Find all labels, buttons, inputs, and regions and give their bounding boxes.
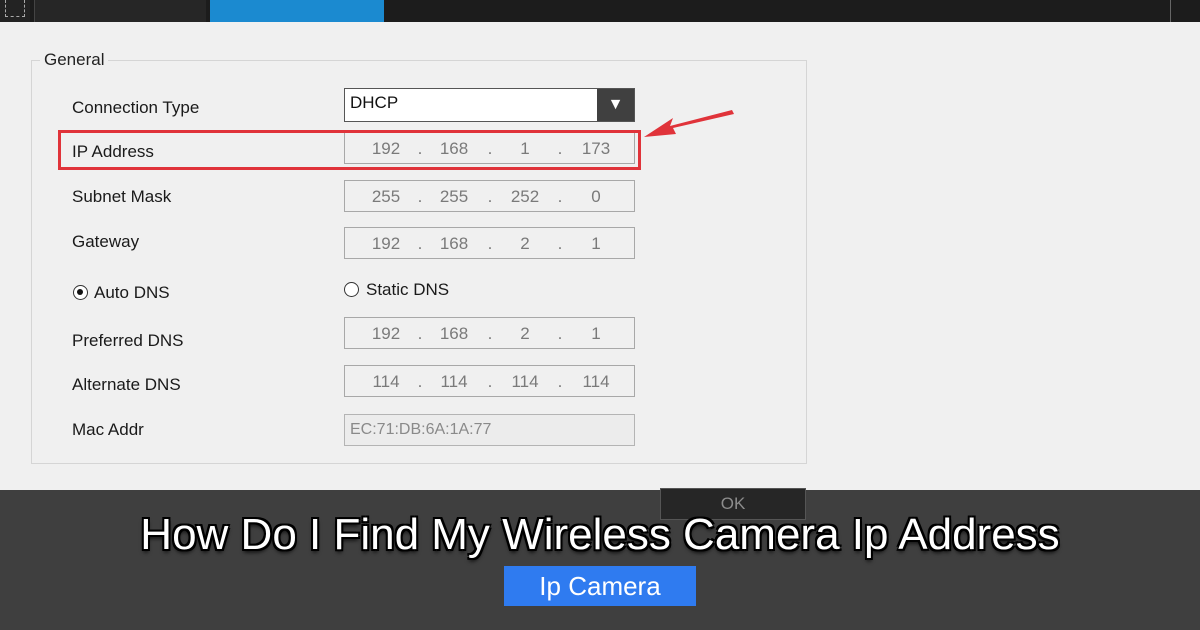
pdns-octet-3[interactable]: 2 bbox=[502, 324, 548, 344]
gateway-octet-1[interactable]: 192 bbox=[363, 234, 409, 254]
adns-octet-3[interactable]: 114 bbox=[502, 372, 548, 392]
pdns-octet-1[interactable]: 192 bbox=[363, 324, 409, 344]
gateway-octet-4[interactable]: 1 bbox=[573, 234, 619, 254]
adns-octet-2[interactable]: 114 bbox=[431, 372, 477, 392]
page-title: How Do I Find My Wireless Camera Ip Addr… bbox=[140, 510, 1060, 559]
gateway-label: Gateway bbox=[72, 232, 140, 251]
checkbox-icon bbox=[5, 0, 25, 17]
category-badge-label: Ip Camera bbox=[539, 571, 661, 601]
gateway-field[interactable]: 192 . 168 . 2 . 1 bbox=[344, 227, 635, 259]
pdns-octet-4[interactable]: 1 bbox=[573, 324, 619, 344]
adns-dot: . bbox=[417, 372, 423, 391]
static-dns-radio[interactable] bbox=[344, 282, 359, 297]
gateway-octet-3[interactable]: 2 bbox=[502, 234, 548, 254]
gateway-dot: . bbox=[487, 234, 493, 253]
subnet-mask-field[interactable]: 255 . 255 . 252 . 0 bbox=[344, 180, 635, 212]
adns-dot: . bbox=[487, 372, 493, 391]
auto-dns-label[interactable]: Auto DNS bbox=[94, 283, 170, 303]
subnet-mask-label: Subnet Mask bbox=[72, 187, 172, 206]
pdns-dot: . bbox=[417, 324, 423, 343]
preferred-dns-label: Preferred DNS bbox=[72, 331, 184, 350]
tab-network-params[interactable] bbox=[210, 0, 384, 22]
annotation-arrow-icon bbox=[644, 110, 734, 137]
mac-addr-label: Mac Addr bbox=[72, 420, 144, 439]
triangle-down-icon[interactable]: ▼ bbox=[597, 89, 634, 121]
ip-address-highlight-box bbox=[58, 130, 641, 170]
adns-dot: . bbox=[557, 372, 563, 391]
group-legend: General bbox=[40, 50, 109, 70]
gateway-octet-2[interactable]: 168 bbox=[431, 234, 477, 254]
tab-device-settings[interactable] bbox=[34, 0, 206, 22]
gateway-dot: . bbox=[417, 234, 423, 253]
pdns-dot: . bbox=[557, 324, 563, 343]
window-right-edge bbox=[1170, 0, 1200, 22]
auto-dns-radio[interactable] bbox=[73, 285, 88, 300]
static-dns-label[interactable]: Static DNS bbox=[366, 280, 449, 300]
adns-octet-4[interactable]: 114 bbox=[573, 372, 619, 392]
connection-type-value: DHCP bbox=[350, 93, 399, 112]
gateway-dot: . bbox=[557, 234, 563, 253]
subnet-dot: . bbox=[487, 187, 493, 206]
category-badge[interactable]: Ip Camera bbox=[504, 566, 696, 606]
connection-type-select[interactable]: DHCP ▼ bbox=[344, 88, 635, 122]
window-tab-bar bbox=[0, 0, 1200, 22]
window-corner bbox=[0, 0, 30, 22]
connection-type-label: Connection Type bbox=[72, 98, 200, 117]
subnet-octet-3[interactable]: 252 bbox=[502, 187, 548, 207]
subnet-dot: . bbox=[417, 187, 423, 206]
preferred-dns-field[interactable]: 192 . 168 . 2 . 1 bbox=[344, 317, 635, 349]
mac-addr-value: EC:71:DB:6A:1A:77 bbox=[350, 421, 492, 438]
pdns-dot: . bbox=[487, 324, 493, 343]
subnet-octet-1[interactable]: 255 bbox=[363, 187, 409, 207]
subnet-octet-4[interactable]: 0 bbox=[573, 187, 619, 207]
mac-addr-field: EC:71:DB:6A:1A:77 bbox=[344, 414, 635, 446]
alternate-dns-label: Alternate DNS bbox=[72, 375, 181, 394]
pdns-octet-2[interactable]: 168 bbox=[431, 324, 477, 344]
subnet-dot: . bbox=[557, 187, 563, 206]
alternate-dns-field[interactable]: 114 . 114 . 114 . 114 bbox=[344, 365, 635, 397]
subnet-octet-2[interactable]: 255 bbox=[431, 187, 477, 207]
adns-octet-1[interactable]: 114 bbox=[363, 372, 409, 392]
